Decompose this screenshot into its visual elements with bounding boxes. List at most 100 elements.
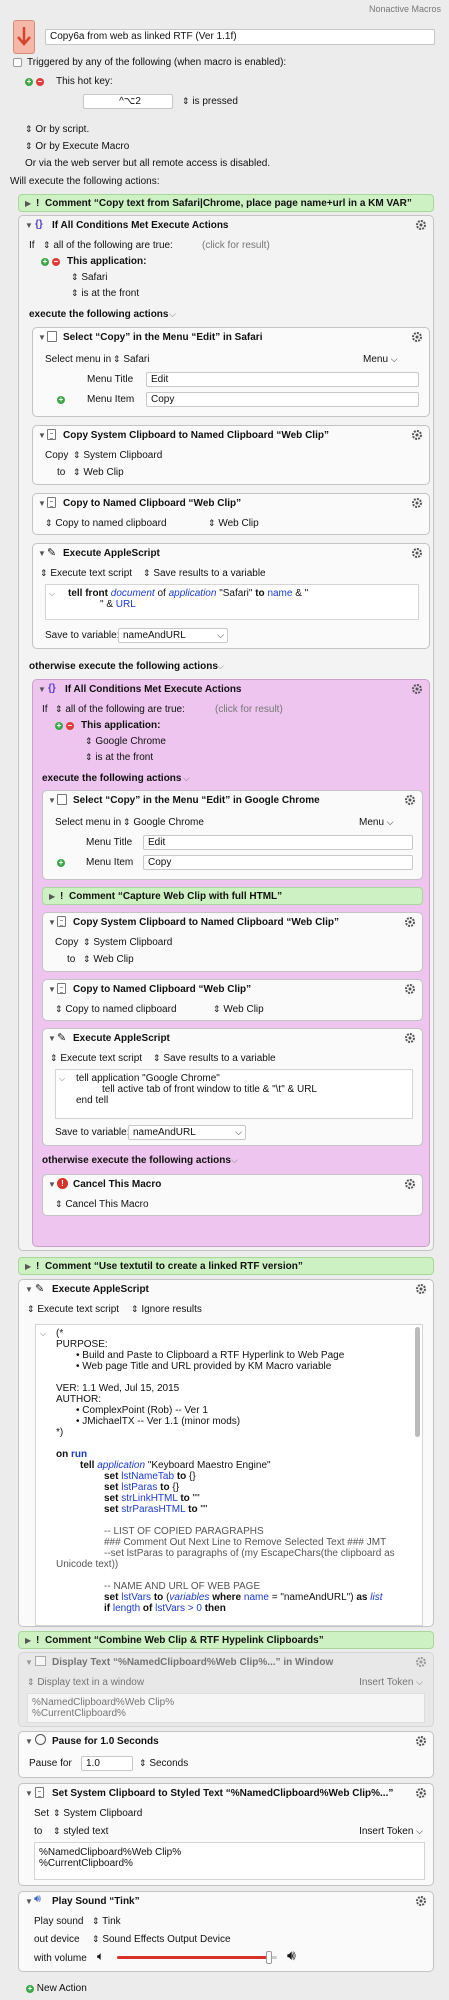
app-popup[interactable]: ⇕ Safari	[71, 272, 107, 283]
gear-icon[interactable]	[415, 1283, 427, 1295]
script-mode-popup[interactable]: ⇕ Execute text script	[27, 1304, 119, 1315]
cancel-mode-popup[interactable]: ⇕ Cancel This Macro	[55, 1199, 149, 1210]
gear-icon[interactable]	[415, 1656, 427, 1668]
gear-icon[interactable]	[411, 331, 423, 343]
disclosure-triangle-icon[interactable]: ▼	[38, 333, 46, 342]
copy-to-named-action-safari[interactable]: ▼ Copy to Named Clipboard “Web Clip” ⇕ C…	[32, 493, 430, 535]
disclosure-triangle-icon[interactable]: ▶	[25, 1636, 31, 1645]
gear-icon[interactable]	[404, 794, 416, 806]
menu-type-popup[interactable]: Menu ⌵	[359, 817, 394, 828]
results-popup[interactable]: ⇕ Save results to a variable	[153, 1053, 276, 1064]
trigger-checkbox[interactable]	[13, 58, 22, 67]
applescript-action-safari[interactable]: ▼ ✎ Execute AppleScript ⇕ Execute text s…	[32, 543, 430, 649]
disclosure-triangle-icon[interactable]: ▼	[48, 1180, 56, 1189]
device-popup[interactable]: ⇕ Sound Effects Output Device	[92, 1934, 231, 1945]
disclosure-triangle-icon[interactable]: ▼	[38, 499, 46, 508]
or-by-script[interactable]: ⇕ Or by script.	[25, 124, 89, 135]
kind-popup[interactable]: ⇕ styled text	[53, 1826, 108, 1837]
remove-trigger-icon[interactable]: −	[35, 78, 44, 86]
gear-icon[interactable]	[404, 1032, 416, 1044]
script-editor[interactable]: ⌵ tell front document of application "Sa…	[45, 584, 419, 620]
macro-icon[interactable]	[13, 20, 35, 54]
results-popup[interactable]: ⇕ Ignore results	[131, 1304, 202, 1315]
display-mode-popup[interactable]: ⇕ Display text in a window	[27, 1677, 144, 1688]
results-popup[interactable]: ⇕ Save results to a variable	[143, 568, 266, 579]
macro-name-field[interactable]: Copy6a from web as linked RTF (Ver 1.1f)	[45, 29, 435, 45]
source-popup[interactable]: ⇕ System Clipboard	[83, 937, 172, 948]
play-sound-action[interactable]: ▼ 🔊︎ Play Sound “Tink” Play sound ⇕ Tink…	[18, 1891, 434, 1972]
display-text-action[interactable]: ▼ Display Text “%NamedClipboard%Web Clip…	[18, 1652, 434, 1727]
gear-icon[interactable]	[415, 1895, 427, 1907]
script-mode-popup[interactable]: ⇕ Execute text script	[40, 568, 132, 579]
disclosure-triangle-icon[interactable]: ▼	[38, 431, 46, 440]
or-by-execute-macro[interactable]: ⇕ Or by Execute Macro	[25, 141, 129, 152]
app-state-popup[interactable]: ⇕ is at the front	[71, 288, 139, 299]
insert-token-popup[interactable]: Insert Token ⌵	[359, 1826, 423, 1837]
mode-popup[interactable]: ⇕ Copy to named clipboard	[45, 518, 167, 529]
copy-to-named-action-chrome[interactable]: ▼ Copy to Named Clipboard “Web Clip” ⇕ C…	[42, 979, 423, 1021]
click-for-result[interactable]: (click for result)	[215, 704, 283, 715]
comment-action-1[interactable]: ▶ ! Comment “Copy text from Safari|Chrom…	[18, 194, 434, 212]
chevron-down-icon[interactable]: ⌵	[169, 309, 176, 320]
styled-text-field[interactable]: %NamedClipboard%Web Clip% %CurrentClipbo…	[34, 1842, 425, 1880]
add-menu-item-icon[interactable]: +	[57, 394, 65, 405]
scrollbar-thumb[interactable]	[415, 1327, 420, 1437]
gear-icon[interactable]	[411, 547, 423, 559]
dest-popup[interactable]: ⇕ Web Clip	[208, 518, 259, 529]
disclosure-triangle-icon[interactable]: ▼	[25, 221, 33, 230]
disclosure-triangle-icon[interactable]: ▼	[25, 1789, 33, 1798]
script-mode-popup[interactable]: ⇕ Execute text script	[50, 1053, 142, 1064]
display-text-field[interactable]: %NamedClipboard%Web Clip% %CurrentClipbo…	[27, 1693, 425, 1723]
app-popup[interactable]: ⇕ Google Chrome	[85, 736, 166, 747]
app-popup[interactable]: ⇕ Safari	[113, 354, 149, 365]
gear-icon[interactable]	[411, 429, 423, 441]
pause-action[interactable]: ▼ Pause for 1.0 Seconds Pause for 1.0 ⇕ …	[18, 1731, 434, 1778]
new-action-button[interactable]: + New Action	[26, 1983, 87, 1994]
gear-icon[interactable]	[404, 983, 416, 995]
variable-field[interactable]: nameAndURL ⌵	[128, 1125, 246, 1140]
hotkey-mode-popup[interactable]: ⇕ is pressed	[182, 96, 238, 107]
if-action-chrome[interactable]: ▼ {} If All Conditions Met Execute Actio…	[32, 679, 430, 1247]
dest-popup[interactable]: ⇕ Web Clip	[213, 1004, 264, 1015]
condition-mode-popup[interactable]: ⇕ all of the following are true:	[43, 240, 173, 251]
insert-token-popup[interactable]: Insert Token ⌵	[359, 1677, 423, 1688]
comment-action-2[interactable]: ▶ ! Comment “Use textutil to create a li…	[18, 1257, 434, 1275]
volume-knob[interactable]	[266, 1951, 272, 1964]
condition-mode-popup[interactable]: ⇕ all of the following are true:	[55, 704, 185, 715]
remove-condition-icon[interactable]: −	[51, 258, 60, 266]
disclosure-triangle-icon[interactable]: ▼	[48, 985, 56, 994]
click-for-result[interactable]: (click for result)	[202, 240, 270, 251]
script-editor[interactable]: ⌵ (* PURPOSE: • Build and Paste to Clipb…	[35, 1324, 423, 1626]
comment-action-3[interactable]: ▶ ! Comment “Combine Web Clip & RTF Hype…	[18, 1631, 434, 1649]
source-popup[interactable]: ⇕ System Clipboard	[73, 450, 162, 461]
applescript-action-chrome[interactable]: ▼ ✎ Execute AppleScript ⇕ Execute text s…	[42, 1028, 423, 1146]
disclosure-triangle-icon[interactable]: ▼	[25, 1658, 33, 1667]
disclosure-triangle-icon[interactable]: ▼	[38, 685, 46, 694]
menu-item-field[interactable]: Copy	[143, 855, 413, 870]
set-clipboard-action[interactable]: ▼ Set System Clipboard to Styled Text “%…	[18, 1783, 434, 1886]
app-popup[interactable]: ⇕ Google Chrome	[123, 817, 204, 828]
pause-value-field[interactable]: 1.0	[81, 1756, 133, 1771]
add-menu-item-icon[interactable]: +	[57, 857, 65, 868]
disclosure-triangle-icon[interactable]: ▼	[25, 1897, 33, 1906]
disclosure-triangle-icon[interactable]: ▼	[48, 918, 56, 927]
mode-popup[interactable]: ⇕ Copy to named clipboard	[55, 1004, 177, 1015]
gear-icon[interactable]	[415, 219, 427, 231]
gear-icon[interactable]	[415, 1735, 427, 1747]
select-menu-action-chrome[interactable]: ▼ Select “Copy” in the Menu “Edit” in Go…	[42, 790, 423, 880]
volume-slider[interactable]	[117, 1951, 277, 1964]
chevron-down-icon[interactable]: ⌵	[231, 1155, 238, 1166]
menu-title-field[interactable]: Edit	[143, 835, 413, 850]
add-condition-icon[interactable]: +	[41, 258, 49, 266]
disclosure-triangle-icon[interactable]: ▼	[48, 796, 56, 805]
copy-clipboard-action-safari[interactable]: ▼ Copy System Clipboard to Named Clipboa…	[32, 425, 430, 485]
copy-clipboard-action-chrome[interactable]: ▼ Copy System Clipboard to Named Clipboa…	[42, 912, 423, 972]
pause-unit-popup[interactable]: ⇕ Seconds	[139, 1758, 188, 1769]
gear-icon[interactable]	[404, 1178, 416, 1190]
menu-type-popup[interactable]: Menu ⌵	[363, 354, 398, 365]
target-popup[interactable]: ⇕ System Clipboard	[53, 1808, 142, 1819]
menu-title-field[interactable]: Edit	[146, 372, 419, 387]
cancel-macro-action[interactable]: ▼ ! Cancel This Macro ⇕ Cancel This Macr…	[42, 1174, 423, 1216]
disclosure-triangle-icon[interactable]: ▼	[25, 1737, 33, 1746]
disclosure-triangle-icon[interactable]: ▼	[48, 1034, 56, 1043]
